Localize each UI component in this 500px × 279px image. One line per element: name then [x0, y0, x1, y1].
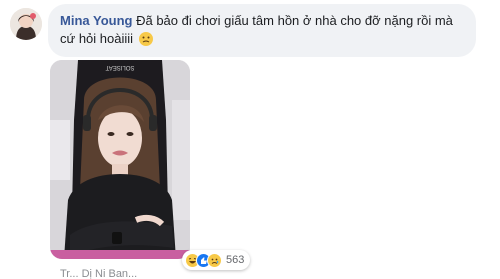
comment-author-name[interactable]: Mina Young: [60, 13, 132, 28]
reaction-count: 563: [226, 254, 245, 266]
commenter-avatar[interactable]: [10, 8, 42, 40]
next-comment-preview: Tr... Dị Ni Ban...: [60, 268, 138, 279]
sad-reaction-icon: [207, 252, 222, 268]
photo-image: SOLISEAT: [50, 60, 190, 259]
comment-photo[interactable]: SOLISEAT: [50, 60, 190, 259]
reaction-summary[interactable]: 563: [182, 250, 251, 270]
comment-bubble: Mina Young Đã bảo đi chơi giấu tâm hồn ở…: [48, 4, 476, 57]
sad-emoji-icon: [138, 32, 153, 46]
chair-brand-label: SOLISEAT: [105, 64, 134, 70]
avatar-image: [10, 8, 42, 40]
